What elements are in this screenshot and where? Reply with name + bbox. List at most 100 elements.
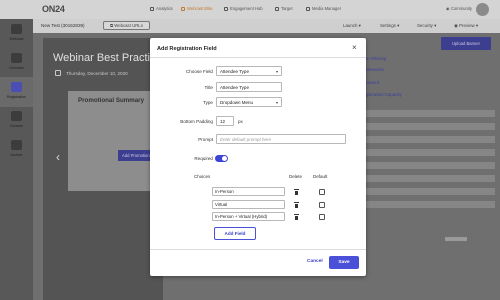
nav-analytics-label: Analytics — [156, 6, 173, 11]
toggle-knob — [222, 156, 227, 161]
background-row — [360, 175, 495, 182]
add-registration-field-dialog: Add Registration Field × Choose Field At… — [150, 38, 366, 276]
registration-icon — [11, 82, 22, 92]
nav-webcast-elite[interactable]: Webcast Elite — [181, 6, 213, 11]
nav-webcast-elite-label: Webcast Elite — [187, 6, 213, 11]
required-label: Required — [194, 156, 213, 161]
default-checkbox[interactable] — [319, 214, 325, 220]
delete-header: Delete — [289, 174, 303, 179]
top-navigation-bar: ON24 Analytics Webcast Elite Engagement … — [0, 0, 500, 19]
overview-icon — [11, 53, 22, 63]
sidebar-item-label: Overview — [9, 66, 24, 70]
trash-icon[interactable] — [294, 214, 299, 220]
save-button[interactable]: Save — [329, 256, 359, 269]
background-row — [360, 149, 495, 156]
title-label: Title — [204, 85, 213, 90]
webinar-title: Webinar Best Practic — [53, 52, 156, 64]
preview-menu[interactable]: ◉ Preview ▾ — [454, 23, 478, 29]
background-small-button[interactable] — [445, 237, 467, 241]
calendar-icon — [55, 70, 61, 76]
settings-menu[interactable]: Settings ▾ — [380, 23, 399, 29]
choose-field-label: Choose Field — [185, 69, 213, 74]
sidebar-item-label: Archive — [10, 153, 23, 157]
type-select[interactable]: Dropdown Menu ▾ — [216, 97, 282, 107]
settings-label: Settings — [380, 23, 396, 28]
nav-analytics[interactable]: Analytics — [150, 6, 173, 11]
upload-banner-button[interactable]: Upload Banner — [441, 37, 491, 50]
title-input[interactable]: Attendee Type — [216, 82, 282, 92]
launch-label: Launch — [343, 23, 358, 28]
default-header: Default — [313, 174, 328, 179]
nav-media-manager[interactable]: Media Manager — [306, 6, 341, 11]
type-label: Type — [203, 100, 213, 105]
community-link[interactable]: ◉ Community — [446, 6, 472, 11]
security-menu[interactable]: Security ▾ — [417, 23, 436, 29]
webcast-elite-icon — [181, 6, 185, 11]
chevron-down-icon: ▾ — [474, 23, 479, 28]
launch-menu[interactable]: Launch ▾ — [343, 23, 361, 29]
choose-field-select[interactable]: Attendee Type ▾ — [216, 66, 282, 76]
choice-input[interactable]: In-Person — [212, 187, 285, 196]
choose-field-value: Attendee Type — [220, 69, 249, 74]
chevron-down-icon: ▾ — [395, 23, 400, 28]
type-value: Dropdown Menu — [220, 100, 254, 105]
community-label: Community — [450, 6, 473, 11]
required-toggle[interactable] — [215, 155, 228, 162]
bottom-padding-label: Bottom Padding — [180, 119, 213, 124]
webcast-urls-label: Webcast URLs — [114, 23, 143, 28]
chevron-down-icon: ▾ — [432, 23, 437, 28]
prompt-input[interactable]: Enter default prompt here — [216, 134, 346, 144]
media-manager-icon — [306, 6, 310, 11]
sidebar-item-registration[interactable]: Registration — [0, 77, 33, 107]
nav-target[interactable]: Target — [275, 6, 293, 11]
sidebar-item-overview[interactable]: Overview — [0, 48, 33, 78]
chevron-down-icon: ▾ — [357, 23, 361, 28]
default-checkbox[interactable] — [319, 202, 325, 208]
avatar[interactable] — [476, 3, 489, 16]
default-checkbox[interactable] — [319, 189, 325, 195]
chevron-left-icon[interactable]: ‹ — [56, 150, 60, 164]
bottom-padding-input[interactable]: 12 — [216, 116, 234, 126]
right-link-5[interactable]: Registration Capacity — [360, 92, 402, 97]
nav-target-label: Target — [281, 6, 293, 11]
background-row — [360, 162, 495, 169]
security-label: Security — [417, 23, 433, 28]
choice-input[interactable]: In-Person + Virtual (Hybrid) — [212, 212, 285, 221]
sidebar-item-console[interactable]: Console — [0, 106, 33, 136]
choices-header: Choices — [194, 174, 211, 179]
promotional-summary-card — [68, 91, 163, 191]
console-icon — [11, 111, 22, 121]
sidebar-item-webcast[interactable]: Webcast — [0, 19, 33, 49]
archive-icon — [11, 140, 22, 150]
choice-input[interactable]: Virtual — [212, 200, 285, 209]
nav-engagement-hub[interactable]: Engagement Hub — [224, 6, 263, 11]
cancel-button[interactable]: Cancel — [307, 259, 323, 264]
sidebar-item-label: Console — [9, 124, 24, 128]
prompt-label: Prompt — [198, 137, 213, 142]
event-toolbar: New Test (30162839) ⧉ Webcast URLs Launc… — [33, 19, 500, 33]
chevron-down-icon: ▾ — [275, 100, 278, 105]
engagement-hub-icon — [224, 6, 228, 11]
sidebar-item-label: Registration — [6, 95, 27, 99]
nav-media-manager-label: Media Manager — [312, 6, 342, 11]
close-icon[interactable]: × — [352, 44, 357, 52]
chevron-down-icon: ▾ — [275, 69, 278, 74]
webinar-date: Thursday, December 10, 2020 — [66, 71, 128, 76]
background-row — [360, 123, 495, 130]
bottom-padding-unit: px — [238, 119, 243, 124]
background-row — [360, 110, 495, 117]
dialog-title: Add Registration Field — [157, 46, 217, 52]
background-row — [360, 136, 495, 143]
left-sidebar: Webcast Overview Registration Console Ar… — [0, 19, 33, 300]
add-field-button[interactable]: Add Field — [214, 227, 256, 240]
event-title: New Test (30162839) — [41, 23, 85, 28]
trash-icon[interactable] — [294, 189, 299, 195]
webcast-urls-button[interactable]: ⧉ Webcast URLs — [103, 21, 150, 30]
target-icon — [275, 6, 279, 11]
sidebar-item-archive[interactable]: Archive — [0, 135, 33, 165]
footer-divider — [150, 249, 366, 250]
app-logo[interactable]: ON24 — [42, 4, 65, 14]
webcast-icon — [11, 24, 22, 34]
preview-label: Preview — [459, 23, 475, 28]
trash-icon[interactable] — [294, 202, 299, 208]
